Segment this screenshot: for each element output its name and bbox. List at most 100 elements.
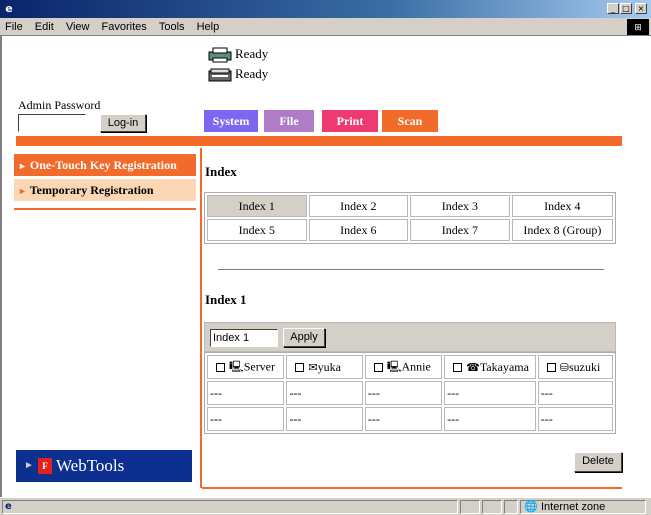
fiery-logo-icon: F [38, 458, 52, 474]
zone-pane: 🌐 Internet zone [520, 500, 646, 514]
close-button[interactable]: × [635, 3, 647, 14]
maximize-button[interactable]: □ [620, 3, 632, 14]
apply-button[interactable]: Apply [283, 328, 325, 347]
section-divider [218, 269, 604, 271]
scanner-status-text: Ready [235, 66, 269, 81]
table-row: 🖳Server ✉yuka 🖳Annie ☎Takayama ⛁suzuki [207, 355, 613, 379]
tab-system[interactable]: System [204, 110, 258, 132]
menu-bar: File Edit View Favorites Tools Help ⊞ [0, 18, 651, 36]
status-bar: e 🌐 Internet zone [0, 497, 651, 515]
sidebar-item-one-touch[interactable]: ► One-Touch Key Registration [14, 154, 196, 176]
tab-scan[interactable]: Scan [382, 110, 438, 132]
index-section-title: Index [205, 164, 237, 179]
page-content: Ready Ready Admin Password Log-in System… [0, 36, 651, 497]
menu-view[interactable]: View [61, 18, 94, 34]
index-cell-7[interactable]: Index 7 [410, 219, 510, 241]
destination-table: 🖳Server ✉yuka 🖳Annie ☎Takayama ⛁suzuki -… [204, 352, 616, 434]
status-pane [482, 500, 502, 514]
menu-favorites[interactable]: Favorites [97, 18, 151, 34]
empty-cell: --- [537, 381, 613, 405]
window-title-bar[interactable]: e _ □ × [0, 0, 651, 18]
tab-file[interactable]: File [264, 110, 314, 132]
checkbox[interactable] [453, 363, 463, 373]
admin-password-input[interactable] [18, 114, 86, 132]
page-icon: e [5, 501, 12, 512]
index-name-input[interactable]: Index 1 [210, 329, 278, 347]
index-cell-1[interactable]: Index 1 [207, 195, 307, 217]
scanner-icon [208, 68, 232, 82]
globe-icon: 🌐 [524, 500, 538, 513]
menu-edit[interactable]: Edit [30, 18, 58, 34]
webtools-button[interactable]: ► F WebTools [16, 450, 192, 482]
destination-name: yuka [317, 359, 341, 374]
empty-cell: --- [286, 381, 363, 405]
computer-icon: 🖳 [229, 359, 244, 373]
status-pane [460, 500, 480, 514]
destination-cell[interactable]: ☎Takayama [444, 355, 536, 379]
table-row: --- --- --- --- --- [207, 381, 613, 405]
empty-cell: --- [364, 407, 443, 431]
database-icon: ⛁ [559, 361, 569, 375]
admin-password-label: Admin Password [18, 98, 101, 112]
tab-print[interactable]: Print [322, 110, 378, 132]
table-row: --- --- --- --- --- [207, 407, 613, 431]
scanner-status: Ready [207, 64, 268, 84]
computer-icon: 🖳 [386, 359, 402, 373]
index-cell-8[interactable]: Index 8 (Group) [511, 219, 613, 241]
close-icon: × [637, 4, 645, 13]
menu-file[interactable]: File [0, 18, 27, 34]
delete-button[interactable]: Delete [574, 452, 622, 472]
index-cell-3[interactable]: Index 3 [410, 195, 510, 217]
zone-text: Internet zone [541, 501, 606, 513]
index-cell-6[interactable]: Index 6 [308, 219, 409, 241]
index-cell-2[interactable]: Index 2 [308, 195, 409, 217]
empty-cell: --- [286, 407, 363, 431]
apply-toolbar: Index 1 Apply [204, 322, 616, 352]
sidebar-item-temporary[interactable]: ► Temporary Registration [14, 179, 196, 201]
email-icon: ✉ [308, 361, 318, 375]
index-cell-5[interactable]: Index 5 [207, 219, 307, 241]
checkbox[interactable] [216, 362, 225, 372]
index-cell-4[interactable]: Index 4 [511, 195, 613, 217]
windows-logo-icon: ⊞ [627, 19, 649, 35]
menu-tools[interactable]: Tools [154, 18, 189, 34]
checkbox[interactable] [295, 363, 305, 373]
maximize-icon: □ [622, 4, 630, 13]
empty-cell: --- [537, 407, 613, 431]
sidebar-divider [14, 208, 196, 210]
index-table: Index 1 Index 2 Index 3 Index 4 Index 5 … [204, 192, 616, 244]
status-main-pane: e [2, 500, 458, 514]
destination-name: suzuki [569, 359, 601, 374]
destination-name: Takayama [479, 359, 529, 374]
header-divider [16, 136, 622, 146]
printer-icon [208, 47, 232, 63]
destination-cell[interactable]: 🖳Annie [364, 355, 443, 379]
destination-cell[interactable]: ⛁suzuki [537, 355, 613, 379]
checkbox[interactable] [373, 362, 383, 372]
index1-section-title: Index 1 [205, 292, 247, 307]
empty-cell: --- [364, 381, 443, 405]
menu-help[interactable]: Help [192, 18, 224, 34]
destination-cell[interactable]: 🖳Server [207, 355, 285, 379]
login-button[interactable]: Log-in [100, 114, 146, 132]
sidebar-item-label: Temporary Registration [29, 183, 154, 197]
printer-status: Ready [207, 44, 268, 64]
ie-logo-icon: e [5, 2, 13, 15]
empty-cell: --- [444, 407, 536, 431]
status-pane [504, 500, 518, 514]
empty-cell: --- [444, 381, 536, 405]
destination-name: Annie [401, 358, 431, 373]
destination-cell[interactable]: ✉yuka [286, 355, 363, 379]
footer-divider [202, 487, 622, 489]
webtools-label: WebTools [56, 456, 125, 475]
sidebar-item-label: One-Touch Key Registration [29, 158, 177, 172]
destination-name: Server [243, 358, 276, 373]
minimize-icon: _ [611, 4, 615, 13]
vertical-divider [200, 148, 202, 488]
arrow-right-icon: ► [18, 186, 27, 196]
minimize-button[interactable]: _ [607, 3, 619, 14]
arrow-right-icon: ► [24, 460, 34, 471]
printer-status-text: Ready [235, 46, 269, 61]
fax-icon: ☎ [466, 361, 480, 375]
checkbox[interactable] [546, 363, 556, 373]
